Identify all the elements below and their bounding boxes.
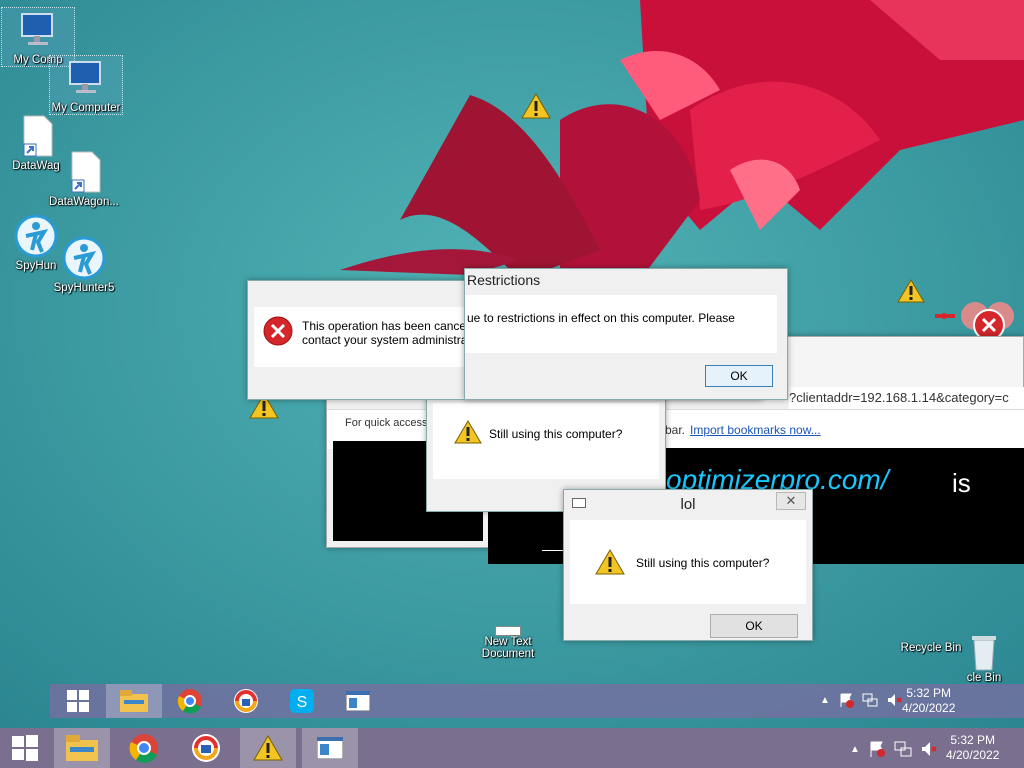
taskbar[interactable]: ▲ 5:32 PM 4/20/2022 [0,728,1024,768]
window-app-icon [346,691,370,711]
volume-muted-icon[interactable] [886,692,902,708]
ad-banner-text: is [952,468,971,498]
warning-icon [253,735,283,761]
dialog-message-line2: contact your system administrator. [302,333,485,347]
dialog-title: lol [680,496,696,513]
folder-icon [120,690,148,712]
window-app-icon [317,737,343,759]
start-button[interactable] [50,684,106,718]
computer-icon [16,8,60,52]
windows-logo-icon [12,735,38,761]
desktop-icon-label: DataWagon... [49,196,119,208]
desktop-icon-label: SpyHunter5 [53,282,115,294]
desktop-icon-recycle-bin-2[interactable]: cle Bin [954,632,1014,684]
network-icon[interactable] [894,740,912,758]
shield-lock-icon [234,689,258,713]
import-bookmarks-link[interactable]: Import bookmarks now... [690,423,821,437]
shield-lock-icon [192,734,220,762]
desktop-icon-datawagon[interactable]: DataWagon... [48,150,120,208]
warning-icon [454,420,482,444]
security-app-button[interactable] [218,684,274,718]
windows-logo-icon [67,690,89,712]
chrome-button[interactable] [162,684,218,718]
dialog-title: Restrictions [467,272,541,288]
recycle-bin-icon [970,632,998,672]
action-center-flag-icon[interactable] [868,740,886,758]
dialog-message: Still using this computer? [489,427,623,441]
desktop-icon-label: cle Bin [966,672,1002,684]
spyhunter-icon [62,236,106,280]
computer-icon [64,56,108,100]
skype-button[interactable]: S [274,684,330,718]
warning-app-button[interactable] [240,728,296,768]
ok-button[interactable]: OK [710,614,798,638]
error-icon [263,316,293,346]
action-center-flag-icon[interactable] [838,692,854,708]
title-bar[interactable]: lol ✕ [564,490,812,518]
title-bar[interactable]: Restrictions [465,269,787,297]
dialog-message: Still using this computer? [636,556,770,570]
folder-icon [66,735,98,761]
clock[interactable]: 5:32 PM 4/20/2022 [946,733,999,763]
volume-muted-icon[interactable] [920,740,938,758]
bookmarks-hint: For quick access, [345,417,431,429]
dialog-message-line1: This operation has been cancelled [302,319,485,333]
clock-date: 4/20/2022 [946,748,1000,762]
network-icon[interactable] [862,692,878,708]
clock-time: 5:32 PM [906,686,952,700]
chrome-button[interactable] [116,728,172,768]
start-button[interactable] [0,728,50,768]
warning-icon [897,279,925,303]
clock[interactable]: 5:32 PM 4/20/2022 [902,686,955,716]
taskbar-upper[interactable]: S ▲ 5:32 PM 4/20/2022 [50,684,1024,718]
clock-time: 5:32 PM [950,733,996,747]
desktop-icon-label: My Computer [51,102,121,114]
close-button[interactable]: ✕ [776,492,806,510]
tray-expand-icon[interactable]: ▲ [820,695,830,706]
desktop-icon-label: New Text Document [481,636,535,660]
app-window-button[interactable] [330,684,386,718]
address-bar[interactable]: ?clientaddr=192.168.1.14&category=c [789,387,1024,409]
chrome-icon [177,689,202,714]
tray-expand-icon[interactable]: ▲ [850,744,860,755]
restrictions-dialog[interactable]: Restrictions ue to restrictions in effec… [464,268,788,400]
dialog-message: ue to restrictions in effect on this com… [467,311,735,325]
security-app-button[interactable] [178,728,234,768]
chrome-icon [129,734,158,763]
warning-icon [595,549,625,575]
app-window-button[interactable] [302,728,358,768]
file-explorer-button[interactable] [106,684,162,718]
ok-button[interactable]: OK [705,365,773,387]
clock-date: 4/20/2022 [902,701,956,715]
desktop-icon-my-computer-2[interactable]: My Computer [49,55,123,115]
file-explorer-button[interactable] [54,728,110,768]
desktop-icon-new-text-document[interactable]: New Text Document [472,626,544,660]
desktop-icon-spyhunter5[interactable]: SpyHunter5 [48,236,120,294]
lol-dialog[interactable]: lol ✕ Still using this computer? OK [563,489,813,641]
file-shortcut-icon [62,150,106,194]
bookmarks-hint-right: bar. [665,423,686,437]
skype-icon: S [290,689,314,713]
text-file-icon [495,626,521,636]
warning-icon [521,93,551,119]
svg-text:S: S [297,694,308,711]
